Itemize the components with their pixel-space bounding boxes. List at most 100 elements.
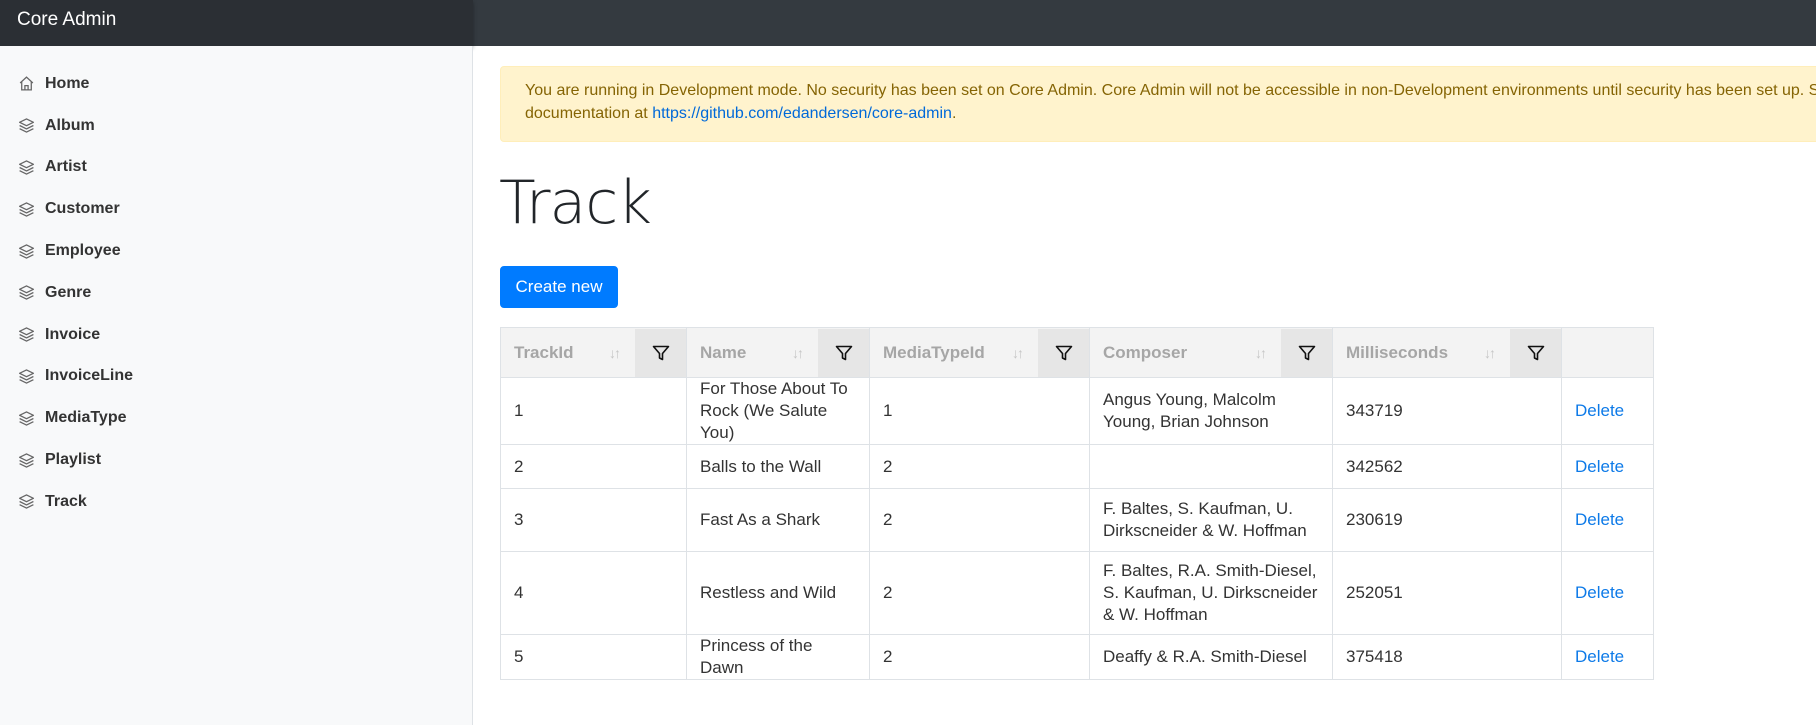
- table-header-row: TrackId ↓↑ Name ↓↑ MediaTypeId ↓↑ Composer ↓↑ Mi…: [500, 327, 1654, 378]
- layers-icon: [18, 410, 45, 427]
- cell-id: 3: [500, 488, 687, 552]
- layers-icon: [18, 201, 45, 218]
- sort-icon: ↓↑: [609, 344, 621, 361]
- cell-id: 2: [500, 444, 687, 489]
- delete-link[interactable]: Delete: [1575, 510, 1624, 529]
- actions-header: [1561, 327, 1654, 378]
- cell-composer: F. Baltes, R.A. Smith-Diesel, S. Kaufman…: [1089, 551, 1333, 635]
- cell-actions: Delete: [1561, 551, 1654, 635]
- cell-name: For Those About To Rock (We Salute You): [686, 377, 870, 445]
- sidebar-item-label: Home: [45, 74, 90, 92]
- filter-icon: [651, 343, 671, 363]
- alert-text-2: documentation at: [525, 105, 653, 122]
- sidebar-item-track[interactable]: Track: [0, 481, 472, 523]
- sidebar-item-playlist[interactable]: Playlist: [0, 439, 472, 481]
- sort-icon: ↓↑: [1484, 344, 1496, 361]
- table-row[interactable]: 5 Princess of the Dawn 2 Deaffy & R.A. Smit…: [500, 634, 1654, 680]
- create-new-button[interactable]: Create new: [500, 266, 618, 308]
- track-table: TrackId ↓↑ Name ↓↑ MediaTypeId ↓↑ Composer ↓↑ Mi…: [500, 327, 1654, 680]
- sort-header[interactable]: TrackId ↓↑: [501, 329, 635, 377]
- filter-button[interactable]: [818, 328, 869, 377]
- layers-icon: [18, 284, 45, 301]
- sidebar-item-invoice[interactable]: Invoice: [0, 314, 472, 356]
- cell-media: 2: [869, 551, 1090, 635]
- layers-icon: [18, 368, 45, 385]
- column-header-milliseconds: Milliseconds ↓↑: [1332, 327, 1562, 378]
- column-header-trackid: TrackId ↓↑: [500, 327, 687, 378]
- sidebar-item-mediatype[interactable]: MediaType: [0, 397, 472, 439]
- cell-composer: Angus Young, Malcolm Young, Brian Johnso…: [1089, 377, 1333, 445]
- column-label: Milliseconds: [1346, 342, 1449, 362]
- sort-header[interactable]: Name ↓↑: [687, 329, 818, 377]
- layers-icon: [18, 493, 45, 510]
- sort-icon: ↓↑: [1255, 344, 1267, 361]
- delete-link[interactable]: Delete: [1575, 457, 1624, 476]
- sort-header[interactable]: MediaTypeId ↓↑: [870, 329, 1038, 377]
- filter-icon: [1526, 343, 1546, 363]
- sidebar-item-label: Track: [45, 492, 87, 510]
- sidebar-item-genre[interactable]: Genre: [0, 272, 472, 314]
- sort-icon: ↓↑: [1012, 344, 1024, 361]
- page-title: Track: [499, 168, 652, 238]
- alert-period: .: [951, 105, 957, 122]
- cell-ms: 375418: [1332, 634, 1562, 680]
- column-label: Name: [700, 342, 747, 362]
- sidebar-item-album[interactable]: Album: [0, 105, 472, 147]
- dev-mode-alert: You are running in Development mode. No …: [500, 66, 1816, 142]
- cell-name: Princess of the Dawn: [686, 634, 870, 680]
- sidebar-item-label: InvoiceLine: [45, 367, 134, 385]
- delete-link[interactable]: Delete: [1575, 647, 1624, 666]
- filter-button[interactable]: [1510, 328, 1561, 377]
- column-header-composer: Composer ↓↑: [1089, 327, 1333, 378]
- cell-id: 4: [500, 551, 687, 635]
- cell-composer: Deaffy & R.A. Smith-Diesel: [1089, 634, 1333, 680]
- cell-ms: 343719: [1332, 377, 1562, 445]
- cell-ms: 230619: [1332, 488, 1562, 552]
- alert-text: You are running in Development mode. No …: [525, 82, 1816, 99]
- cell-ms: 252051: [1332, 551, 1562, 635]
- cell-id: 5: [500, 634, 687, 680]
- layers-icon: [18, 326, 45, 343]
- cell-actions: Delete: [1561, 377, 1654, 445]
- table-row[interactable]: 1 For Those About To Rock (We Salute You)…: [500, 377, 1654, 445]
- sidebar-item-customer[interactable]: Customer: [0, 188, 472, 230]
- sidebar-item-label: Artist: [45, 158, 87, 176]
- cell-name: Balls to the Wall: [686, 444, 870, 489]
- sidebar-item-home[interactable]: Home: [0, 63, 472, 105]
- cell-actions: Delete: [1561, 488, 1654, 552]
- sidebar-item-employee[interactable]: Employee: [0, 230, 472, 272]
- cell-actions: Delete: [1561, 634, 1654, 680]
- filter-button[interactable]: [1281, 328, 1332, 377]
- sidebar-item-label: Playlist: [45, 451, 102, 469]
- cell-name: Fast As a Shark: [686, 488, 870, 552]
- sidebar: Home Album Artist Customer Employee Genre Invo…: [0, 46, 473, 725]
- filter-icon: [1297, 343, 1317, 363]
- sidebar-item-label: MediaType: [45, 409, 127, 427]
- layers-icon: [18, 243, 45, 260]
- sort-icon: ↓↑: [792, 344, 804, 361]
- sidebar-item-label: Employee: [45, 242, 121, 260]
- layers-icon: [18, 159, 45, 176]
- sidebar-item-invoiceline[interactable]: InvoiceLine: [0, 356, 472, 398]
- sort-header[interactable]: Milliseconds ↓↑: [1333, 329, 1510, 377]
- table-row[interactable]: 4 Restless and Wild 2 F. Baltes, R.A. Smith…: [500, 551, 1654, 635]
- column-label: TrackId: [514, 342, 574, 362]
- sidebar-item-artist[interactable]: Artist: [0, 147, 472, 189]
- sidebar-item-label: Customer: [45, 200, 120, 218]
- column-label: Composer: [1103, 342, 1188, 362]
- column-header-name: Name ↓↑: [686, 327, 870, 378]
- cell-composer: F. Baltes, S. Kaufman, U. Dirkscneider &…: [1089, 488, 1333, 552]
- cell-ms: 342562: [1332, 444, 1562, 489]
- filter-icon: [834, 343, 854, 363]
- docs-link[interactable]: https://github.com/edandersen/core-admin: [652, 105, 952, 122]
- table-row[interactable]: 2 Balls to the Wall 2 342562 Delete: [500, 444, 1654, 489]
- cell-media: 2: [869, 488, 1090, 552]
- filter-button[interactable]: [1038, 328, 1089, 377]
- sort-header[interactable]: Composer ↓↑: [1090, 329, 1281, 377]
- delete-link[interactable]: Delete: [1575, 583, 1624, 602]
- delete-link[interactable]: Delete: [1575, 401, 1624, 420]
- filter-button[interactable]: [635, 328, 686, 377]
- table-row[interactable]: 3 Fast As a Shark 2 F. Baltes, S. Kaufman, …: [500, 488, 1654, 552]
- brand-title[interactable]: Core Admin: [0, 0, 473, 46]
- sidebar-item-label: Genre: [45, 283, 92, 301]
